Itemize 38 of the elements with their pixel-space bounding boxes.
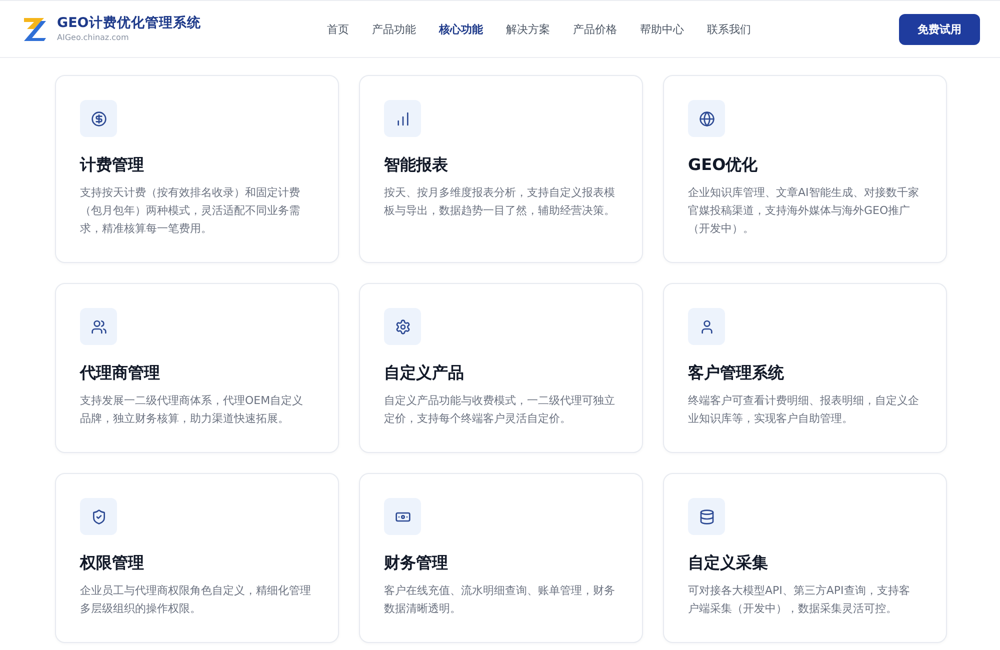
feature-title: 自定义采集 — [688, 553, 768, 573]
bar-chart-icon — [384, 100, 421, 137]
feature-title: 代理商管理 — [80, 363, 160, 383]
feature-description: 客户在线充值、流水明细查询、账单管理，财务数据清晰透明。 — [384, 583, 616, 617]
feature-title: 计费管理 — [80, 155, 144, 175]
feature-description: 终端客户可查看计费明细、报表明细，自定义企业知识库等，实现客户自助管理。 — [688, 393, 920, 427]
feature-title: 客户管理系统 — [688, 363, 784, 383]
globe-icon — [688, 100, 725, 137]
brand-domain: AIGeo.chinaz.com — [57, 33, 130, 43]
database-icon — [688, 498, 725, 535]
feature-description: 企业知识库管理、文章AI智能生成、对接数千家官媒投稿渠道，支持海外媒体与海外GEO推广（开发中）。 — [688, 185, 920, 237]
feature-description: 支持发展一二级代理商体系，代理OEM自定义品牌，独立财务核算，助力渠道快速拓展。 — [80, 393, 304, 427]
nav-link[interactable]: 首页 — [327, 22, 349, 36]
nav-link[interactable]: 产品价格 — [573, 22, 617, 36]
nav-link[interactable]: 联系我们 — [707, 22, 751, 36]
dollar-coin-icon — [80, 100, 117, 137]
banknote-icon — [384, 498, 421, 535]
feature-title: 自定义产品 — [384, 363, 464, 383]
nav-link[interactable]: 核心功能 — [439, 22, 483, 36]
brand-name: GEO计费优化管理系统 — [57, 15, 201, 32]
user-group-icon — [80, 308, 117, 345]
feature-description: 支持按天计费（按有效排名收录）和固定计费（包月包年）两种模式，灵活适配不同业务需求，精准核算每一笔费用。 — [80, 185, 301, 237]
nav-link[interactable]: 帮助中心 — [640, 22, 684, 36]
feature-title: 财务管理 — [384, 553, 448, 573]
gear-icon — [384, 308, 421, 345]
free-trial-button[interactable]: 免费试用 — [899, 14, 980, 44]
feature-description: 可对接各大模型API、第三方API查询，支持客户端采集（开发中），数据采集灵活可控。 — [688, 583, 911, 617]
feature-title: GEO优化 — [688, 155, 758, 175]
user-icon — [688, 308, 725, 345]
feature-title: 权限管理 — [80, 553, 144, 573]
nav-link[interactable]: 解决方案 — [506, 22, 550, 36]
feature-description: 按天、按月多维度报表分析，支持自定义报表模板与导出，数据趋势一目了然，辅助经营决策。 — [384, 185, 616, 219]
nav-link[interactable]: 产品功能 — [372, 22, 416, 36]
feature-description: 自定义产品功能与收费模式，一二级代理可独立定价，支持每个终端客户灵活自定价。 — [384, 393, 616, 427]
shield-check-icon — [80, 498, 117, 535]
logo-icon — [22, 16, 48, 42]
feature-description: 企业员工与代理商权限角色自定义，精细化管理多层级组织的操作权限。 — [80, 583, 312, 617]
feature-title: 智能报表 — [384, 155, 448, 175]
